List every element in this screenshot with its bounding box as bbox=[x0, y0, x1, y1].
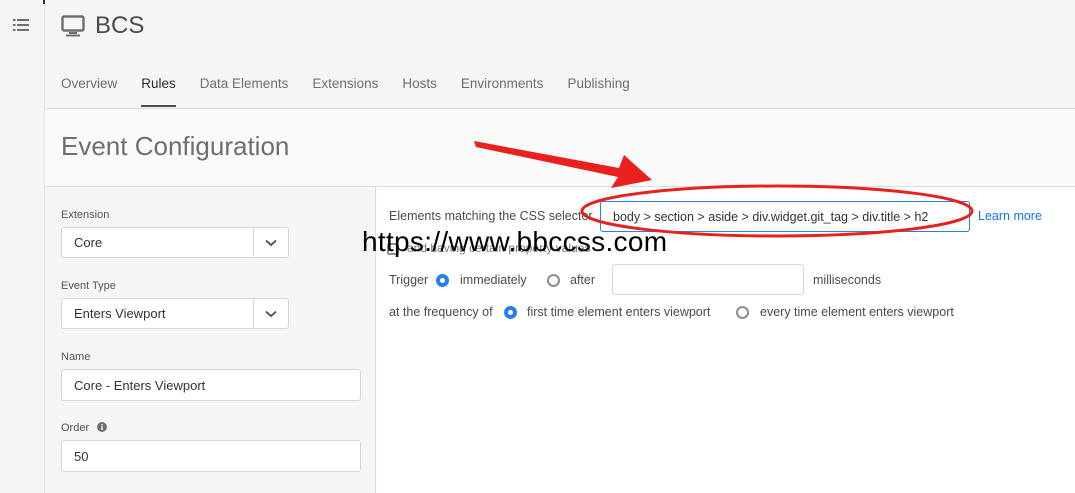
order-label-group: Order bbox=[61, 422, 108, 434]
tab-overview[interactable]: Overview bbox=[61, 76, 117, 101]
watermark-text: https://www.bbccss.com bbox=[362, 226, 668, 257]
order-label: Order bbox=[61, 422, 90, 434]
left-rail bbox=[0, 0, 45, 493]
css-selector-label: Elements matching the CSS selector bbox=[389, 209, 593, 223]
event-type-value: Enters Viewport bbox=[74, 306, 166, 321]
info-icon[interactable] bbox=[97, 422, 108, 432]
event-type-dropdown-button[interactable] bbox=[253, 299, 288, 328]
tab-data-elements[interactable]: Data Elements bbox=[200, 76, 289, 101]
event-type-select[interactable]: Enters Viewport bbox=[61, 298, 289, 329]
property-title: BCS bbox=[95, 12, 145, 39]
property-header: BCS Overview Rules Data Elements Extensi… bbox=[45, 0, 1075, 109]
milliseconds-label: milliseconds bbox=[813, 273, 882, 287]
frequency-every-radio[interactable] bbox=[736, 306, 749, 319]
section-header: Event Configuration bbox=[45, 109, 1075, 187]
tab-environments[interactable]: Environments bbox=[461, 76, 544, 101]
chevron-down-icon bbox=[265, 239, 277, 246]
tab-extensions[interactable]: Extensions bbox=[312, 76, 378, 101]
tab-rules[interactable]: Rules bbox=[141, 76, 176, 107]
page-title: Event Configuration bbox=[61, 131, 290, 161]
monitor-icon bbox=[61, 15, 85, 37]
trigger-after-radio[interactable] bbox=[547, 274, 560, 287]
extension-dropdown-button[interactable] bbox=[253, 228, 288, 257]
frequency-every-label: every time element enters viewport bbox=[760, 305, 954, 319]
frequency-label: at the frequency of bbox=[389, 305, 493, 319]
app-window: BCS Overview Rules Data Elements Extensi… bbox=[0, 0, 1075, 493]
tab-publishing[interactable]: Publishing bbox=[567, 76, 629, 101]
trigger-immediately-radio[interactable] bbox=[436, 274, 449, 287]
name-field[interactable]: Core - Enters Viewport bbox=[61, 369, 361, 401]
frequency-first-radio[interactable] bbox=[504, 306, 517, 319]
milliseconds-input[interactable] bbox=[612, 264, 804, 295]
extension-select[interactable]: Core bbox=[61, 227, 289, 258]
trigger-after-label: after bbox=[570, 273, 596, 287]
menu-list-icon[interactable] bbox=[13, 18, 29, 32]
trigger-label: Trigger bbox=[389, 273, 429, 287]
chevron-down-icon bbox=[265, 310, 277, 317]
event-settings-panel: Extension Core Event Type Enters Viewpor… bbox=[45, 187, 376, 493]
order-field[interactable]: 50 bbox=[61, 440, 361, 472]
extension-label: Extension bbox=[61, 209, 110, 221]
trigger-immediately-label: immediately bbox=[460, 273, 527, 287]
frequency-first-label: first time element enters viewport bbox=[527, 305, 711, 319]
name-label: Name bbox=[61, 351, 91, 363]
tab-hosts[interactable]: Hosts bbox=[402, 76, 437, 101]
property-title-group: BCS bbox=[61, 12, 144, 40]
property-tabs: Overview Rules Data Elements Extensions … bbox=[61, 76, 654, 107]
extension-value: Core bbox=[74, 235, 103, 250]
event-type-label: Event Type bbox=[61, 280, 116, 292]
learn-more-link[interactable]: Learn more bbox=[978, 209, 1042, 223]
